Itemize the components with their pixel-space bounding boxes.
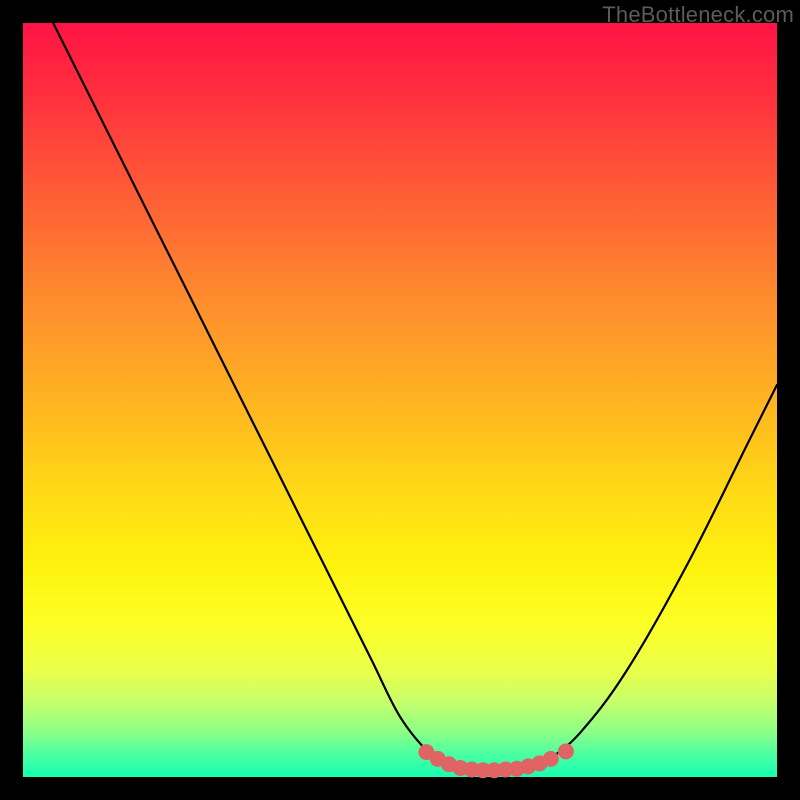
optimal-zone-dots — [418, 743, 574, 778]
chart-frame: TheBottleneck.com — [0, 0, 800, 800]
watermark-text: TheBottleneck.com — [602, 2, 794, 28]
bottleneck-curve — [53, 23, 777, 771]
optimal-dot — [558, 743, 574, 759]
optimal-dot — [543, 751, 559, 767]
chart-svg — [23, 23, 777, 777]
curve-line — [53, 23, 777, 771]
chart-plot-area — [23, 23, 777, 777]
